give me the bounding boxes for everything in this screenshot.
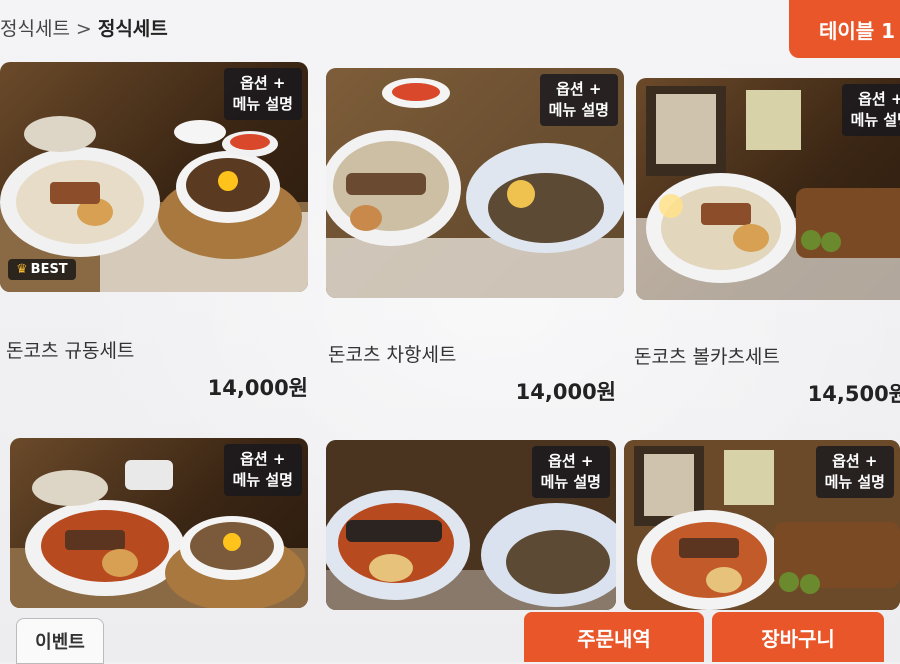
- option-menu-description-button[interactable]: 옵션 + 메뉴 설명: [539, 74, 618, 126]
- menu-price: 14,500원: [807, 382, 900, 406]
- menu-price: 14,000원: [207, 376, 308, 400]
- menu-photo[interactable]: 옵션 + 메뉴 설명: [326, 68, 624, 298]
- option-menu-description-button[interactable]: 옵션 + 메뉴 설명: [841, 84, 900, 136]
- event-button[interactable]: 이벤트: [16, 618, 104, 664]
- option-menu-description-button[interactable]: 옵션 + 메뉴 설명: [223, 68, 302, 120]
- menu-card[interactable]: 옵션 + 메뉴 설명: [326, 440, 616, 610]
- menu-card[interactable]: 옵션 + 메뉴 설명: [624, 440, 900, 610]
- menu-card[interactable]: 옵션 + 메뉴 설명: [10, 438, 308, 608]
- menu-photo[interactable]: 옵션 + 메뉴 설명 ♛ BEST: [0, 62, 308, 292]
- menu-name: 돈코츠 차항세트: [328, 344, 457, 366]
- breadcrumb-parent[interactable]: 정식세트: [0, 18, 70, 40]
- menu-price: 14,000원: [515, 380, 616, 404]
- menu-photo[interactable]: 옵션 + 메뉴 설명: [624, 440, 900, 610]
- menu-photo[interactable]: 옵션 + 메뉴 설명: [636, 78, 900, 300]
- option-menu-description-button[interactable]: 옵션 + 메뉴 설명: [223, 444, 302, 496]
- menu-card[interactable]: 옵션 + 메뉴 설명 돈코츠 볼카츠세트 14,500원: [634, 78, 900, 408]
- cart-button[interactable]: 장바구니: [712, 612, 884, 662]
- option-menu-description-button[interactable]: 옵션 + 메뉴 설명: [531, 446, 610, 498]
- breadcrumb: 정식세트 > 정식세트: [0, 14, 168, 41]
- menu-card[interactable]: 옵션 + 메뉴 설명 돈코츠 차항세트 14,000원: [326, 68, 624, 404]
- menu-photo[interactable]: 옵션 + 메뉴 설명: [326, 440, 616, 610]
- table-number-button[interactable]: 테이블 1: [789, 0, 900, 58]
- order-history-button[interactable]: 주문내역: [524, 612, 704, 662]
- menu-name: 돈코츠 규동세트: [6, 340, 135, 362]
- breadcrumb-current: 정식세트: [97, 18, 168, 40]
- crown-icon: ♛: [16, 262, 28, 277]
- best-badge-label: BEST: [30, 262, 68, 277]
- option-menu-description-button[interactable]: 옵션 + 메뉴 설명: [815, 446, 894, 498]
- breadcrumb-separator: >: [75, 18, 92, 40]
- best-badge: ♛ BEST: [8, 259, 76, 280]
- menu-photo[interactable]: 옵션 + 메뉴 설명: [10, 438, 308, 608]
- menu-card[interactable]: 옵션 + 메뉴 설명 ♛ BEST 돈코츠 규동세트 14,000원: [0, 62, 308, 402]
- menu-name: 돈코츠 볼카츠세트: [634, 346, 780, 368]
